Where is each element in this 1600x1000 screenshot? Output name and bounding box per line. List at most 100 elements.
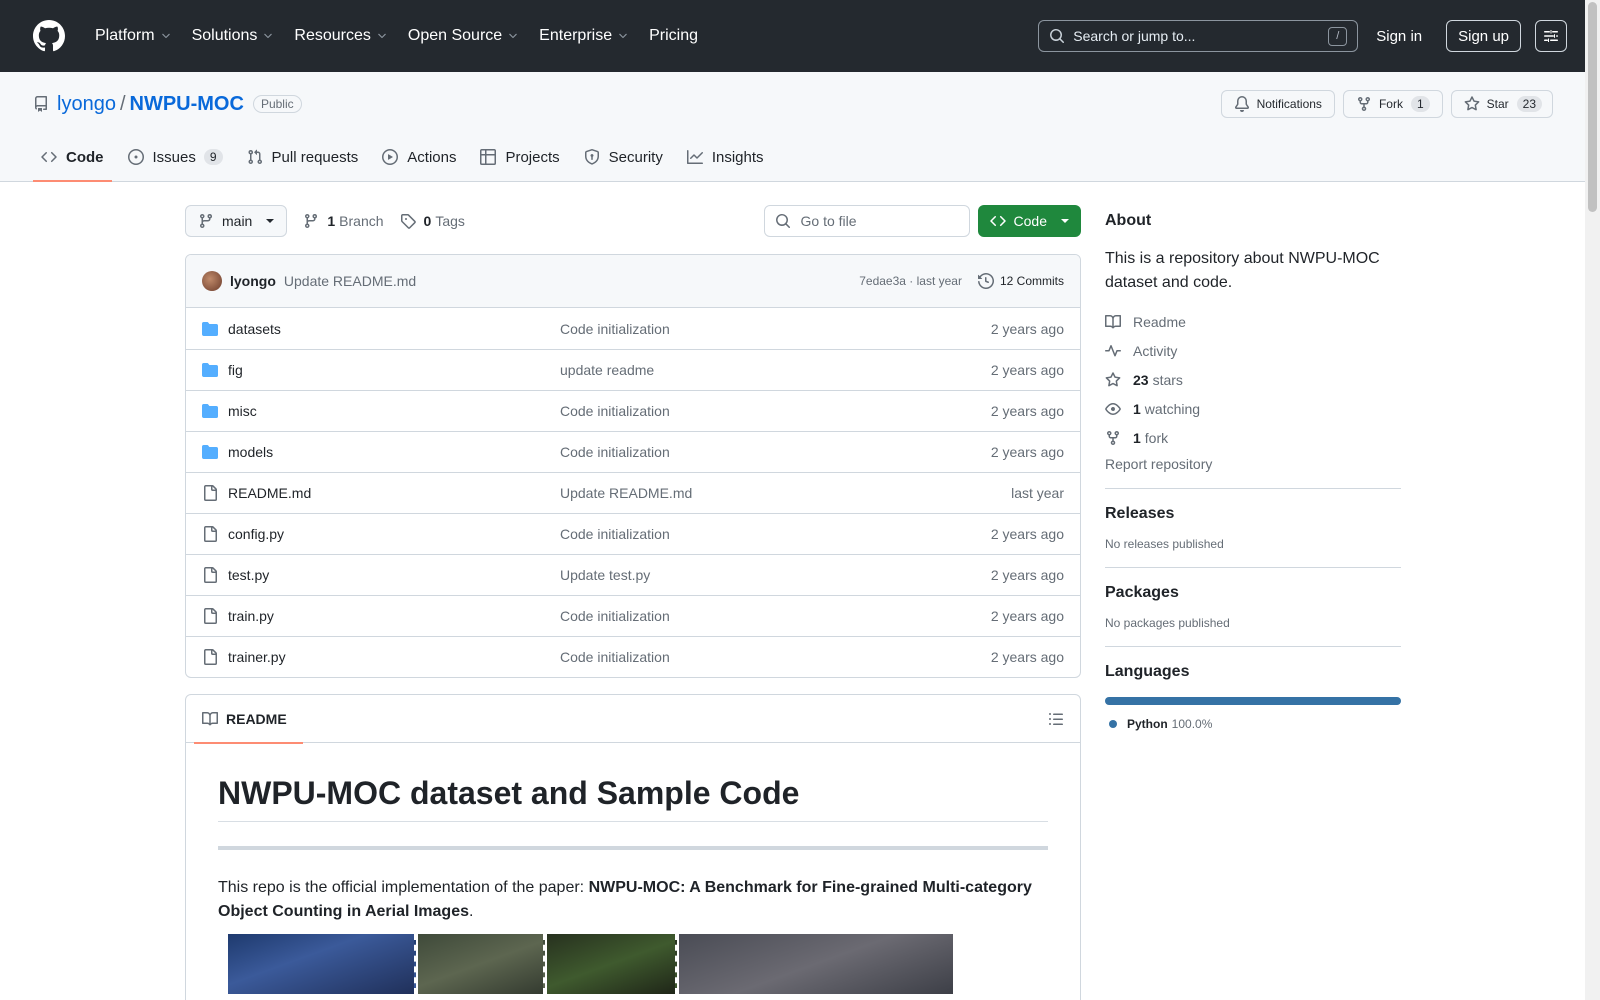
main-content: main 1 Branch 0 Tags Go to file Code lyo… (185, 205, 1081, 1000)
github-logo-icon[interactable] (33, 20, 65, 52)
commit-message-link[interactable]: Update README.md (284, 273, 416, 289)
tag-count: 0 (423, 213, 432, 229)
search-icon (775, 214, 790, 228)
repo-owner-link[interactable]: lyongo (57, 93, 116, 116)
file-row: config.py Code initialization 2 years ago (186, 513, 1080, 554)
star-button[interactable]: Star 23 (1450, 90, 1553, 118)
list-unordered-icon[interactable] (1048, 711, 1064, 727)
figure-panel-stadium (228, 934, 416, 994)
file-commit-link[interactable]: Code initialization (560, 403, 991, 419)
file-list: datasets Code initialization 2 years ago fi… (186, 308, 1080, 677)
tab-projects[interactable]: Projects (472, 133, 567, 181)
page-scrollbar[interactable] (1585, 0, 1600, 1000)
nav-item-solutions[interactable]: Solutions (184, 20, 283, 52)
file-age: 2 years ago (990, 320, 1064, 337)
star-icon (1464, 96, 1480, 111)
settings-menu-button[interactable] (1535, 20, 1567, 52)
notifications-button[interactable]: Notifications (1220, 90, 1335, 118)
file-icon (204, 485, 217, 501)
caret-down-icon (266, 219, 275, 223)
folder-icon (202, 445, 218, 459)
file-name-link[interactable]: train.py (228, 608, 560, 624)
tags-link[interactable]: 0 Tags (400, 213, 465, 229)
file-name-link[interactable]: datasets (228, 321, 560, 337)
sign-in-link[interactable]: Sign in (1376, 28, 1422, 45)
file-commit-link[interactable]: Code initialization (560, 321, 991, 337)
file-row: trainer.py Code initialization 2 years ago (186, 636, 1080, 677)
readme-panel: README NWPU-MOC dataset and Sample Code … (185, 694, 1081, 1000)
scrollbar-thumb[interactable] (1588, 2, 1597, 212)
file-commit-link[interactable]: Code initialization (560, 649, 991, 665)
file-age: 2 years ago (990, 608, 1064, 624)
file-name-link[interactable]: config.py (228, 526, 560, 542)
readme-link[interactable]: Readme (1105, 311, 1401, 332)
commit-author-link[interactable]: lyongo (230, 273, 276, 289)
tab-issues[interactable]: Issues 9 (120, 133, 231, 181)
branches-link[interactable]: 1 Branch (303, 213, 384, 229)
tab-actions[interactable]: Actions (374, 133, 464, 181)
file-name-link[interactable]: trainer.py (228, 649, 560, 665)
repo-name-link[interactable]: NWPU-MOC (130, 93, 244, 116)
packages-empty: No packages published (1105, 616, 1230, 630)
issue-icon (127, 149, 144, 165)
file-commit-link[interactable]: Code initialization (560, 526, 991, 542)
avatar[interactable] (202, 271, 222, 291)
nav-item-open-source[interactable]: Open Source (400, 20, 527, 52)
go-to-file-input[interactable]: Go to file (763, 205, 970, 237)
book-icon (202, 711, 218, 725)
language-color-dot (1109, 720, 1117, 728)
chevron-down-icon (378, 33, 386, 39)
nav-item-enterprise[interactable]: Enterprise (531, 20, 637, 52)
fork-label: Fork (1378, 97, 1403, 111)
report-repository-link[interactable]: Report repository (1105, 456, 1401, 472)
file-commit-link[interactable]: Code initialization (560, 444, 991, 460)
sliders-icon (1544, 30, 1558, 42)
file-row: fig update readme 2 years ago (186, 349, 1080, 390)
file-name-link[interactable]: models (228, 444, 560, 460)
file-name-link[interactable]: misc (228, 403, 560, 419)
tab-code[interactable]: Code (33, 133, 112, 182)
file-commit-link[interactable]: Update test.py (560, 567, 991, 583)
file-age: 2 years ago (990, 444, 1064, 460)
watchers-link[interactable]: 1 watching (1105, 398, 1401, 419)
file-name-link[interactable]: README.md (228, 485, 560, 501)
branch-selector[interactable]: main (185, 205, 288, 237)
sign-up-button[interactable]: Sign up (1446, 20, 1521, 52)
nav-item-resources[interactable]: Resources (286, 20, 395, 52)
global-header: Platform Solutions Resources Open Source Ent… (0, 0, 1600, 72)
nav-item-platform[interactable]: Platform (87, 20, 180, 52)
nav-item-label: Enterprise (539, 27, 613, 44)
language-bar (1105, 697, 1401, 705)
file-name-link[interactable]: test.py (228, 567, 560, 583)
commit-hash-link[interactable]: 7edae3a (859, 274, 906, 288)
commits-history-link[interactable]: 12 Commits (977, 273, 1064, 289)
global-search-input[interactable]: Search or jump to... / (1038, 20, 1359, 52)
readme-tab[interactable]: README (194, 695, 303, 744)
file-name-link[interactable]: fig (228, 362, 560, 378)
repo-sidebar: About This is a repository about NWPU-MO… (1105, 205, 1401, 731)
code-download-button[interactable]: Code (977, 205, 1081, 237)
branch-label: Branch (339, 213, 384, 229)
activity-link[interactable]: Activity (1105, 340, 1401, 361)
tab-pull-requests[interactable]: Pull requests (239, 133, 367, 181)
stars-link[interactable]: 23 stars (1105, 369, 1401, 390)
about-description: This is a repository about NWPU-MOC data… (1105, 250, 1380, 291)
file-commit-link[interactable]: Update README.md (560, 485, 1011, 501)
file-commit-link[interactable]: Code initialization (560, 608, 991, 624)
watching-count: 1 (1133, 400, 1141, 417)
chevron-down-icon (619, 33, 627, 39)
repo-title-row: lyongo / NWPU-MOC Public Notifications F… (33, 90, 1553, 118)
nav-item-label: Resources (294, 27, 371, 44)
releases-heading[interactable]: Releases (1105, 505, 1401, 523)
tab-insights[interactable]: Insights (679, 133, 772, 181)
nav-item-pricing[interactable]: Pricing (641, 20, 706, 52)
folder-icon (202, 404, 218, 418)
packages-heading[interactable]: Packages (1105, 584, 1401, 602)
watching-label: watching (1144, 400, 1201, 417)
figure-panel-aerial-2 (547, 934, 677, 994)
language-item-python[interactable]: Python 100.0% (1105, 717, 1401, 731)
tab-security[interactable]: Security (576, 133, 671, 181)
file-commit-link[interactable]: update readme (560, 362, 991, 378)
fork-button[interactable]: Fork 1 (1342, 90, 1443, 118)
forks-link[interactable]: 1 fork (1105, 427, 1401, 448)
